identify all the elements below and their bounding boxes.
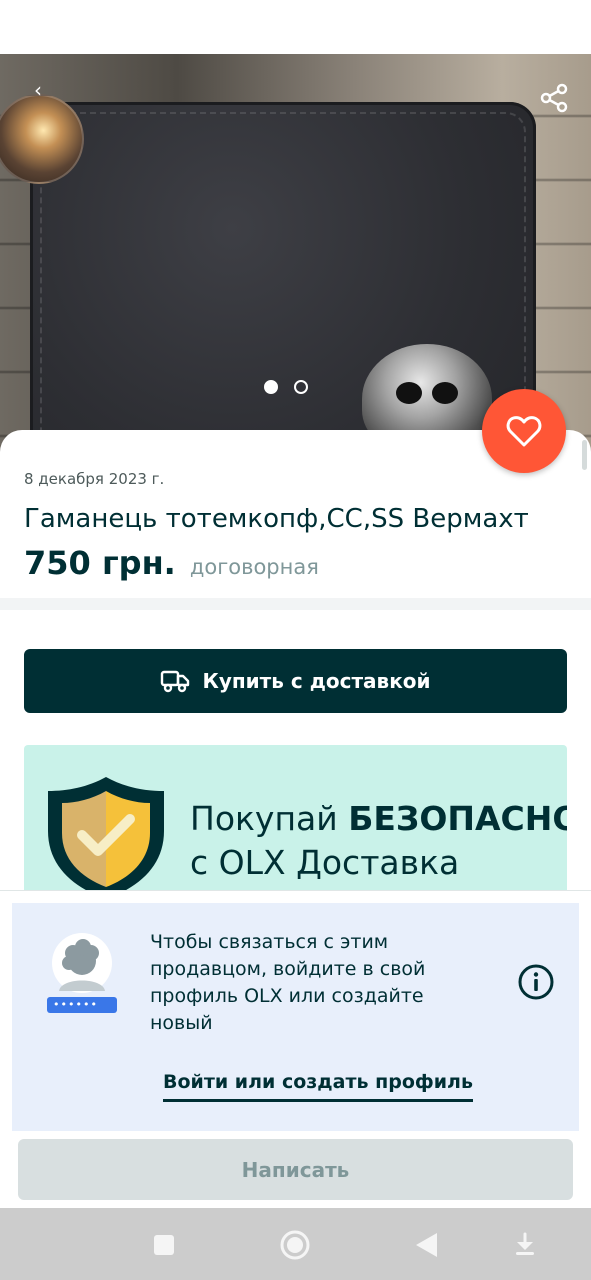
write-message-button[interactable]: Написать — [18, 1139, 573, 1200]
android-navigation-bar — [0, 1208, 591, 1280]
nav-square-icon — [154, 1235, 174, 1255]
skull-eye-left — [396, 382, 422, 404]
info-button[interactable] — [517, 963, 555, 1001]
banner-headline: Покупай БЕЗОПАСНО с OLX Доставка — [190, 797, 567, 885]
safe-delivery-banner[interactable]: Покупай БЕЗОПАСНО с OLX Доставка — [24, 745, 567, 890]
pagination-dot-1[interactable] — [264, 380, 278, 394]
heart-icon — [506, 416, 542, 447]
listing-title: Гаманець тотемкопф,СС,SS Вермахт — [24, 504, 529, 534]
section-divider — [0, 598, 591, 610]
nav-hide-keyboard-button[interactable] — [510, 1230, 540, 1260]
nav-home-button[interactable] — [280, 1230, 310, 1260]
truck-icon — [161, 670, 190, 693]
listing-screen: ‹ 8 декабря 2023 г. Гаманець тотемкопф,С… — [0, 0, 591, 1280]
skull-eye-right — [432, 382, 458, 404]
banner-text-line2: с OLX Доставка — [190, 843, 460, 882]
listing-date: 8 декабря 2023 г. — [24, 470, 165, 488]
avatar-illustration: •••••• — [47, 933, 117, 1015]
nav-recents-button[interactable] — [149, 1230, 179, 1260]
price-row: 750 грн. договорная — [24, 544, 319, 582]
status-bar — [0, 0, 591, 54]
nav-down-icon — [516, 1232, 534, 1255]
banner-text-regular: Покупай — [190, 799, 349, 838]
panel-divider — [0, 890, 591, 891]
buy-with-delivery-label: Купить с доставкой — [202, 669, 431, 693]
share-icon — [540, 83, 568, 113]
buy-with-delivery-button[interactable]: Купить с доставкой — [24, 649, 567, 713]
price-note: договорная — [189, 555, 319, 579]
favorite-button[interactable] — [482, 389, 566, 473]
shield-check-icon — [48, 777, 164, 890]
login-prompt-panel: •••••• Чтобы связаться с этим продавцом,… — [12, 903, 579, 1131]
nav-circle-icon — [280, 1230, 310, 1260]
back-arrow-icon[interactable]: ‹ — [34, 80, 54, 100]
scroll-indicator — [582, 440, 587, 470]
login-or-register-link[interactable]: Войти или создать профиль — [163, 1071, 473, 1102]
info-icon — [518, 964, 554, 1000]
password-mask: •••••• — [53, 998, 98, 1011]
gallery-pagination — [264, 380, 308, 394]
nav-back-button[interactable] — [411, 1230, 441, 1260]
banner-text-bold: БЕЗОПАСНО — [348, 799, 567, 838]
listing-price: 750 грн. — [24, 544, 176, 582]
nav-back-icon — [416, 1233, 437, 1257]
pagination-dot-2[interactable] — [294, 380, 308, 394]
share-button[interactable] — [536, 80, 572, 116]
login-message: Чтобы связаться с этим продавцом, войдит… — [150, 931, 426, 1034]
